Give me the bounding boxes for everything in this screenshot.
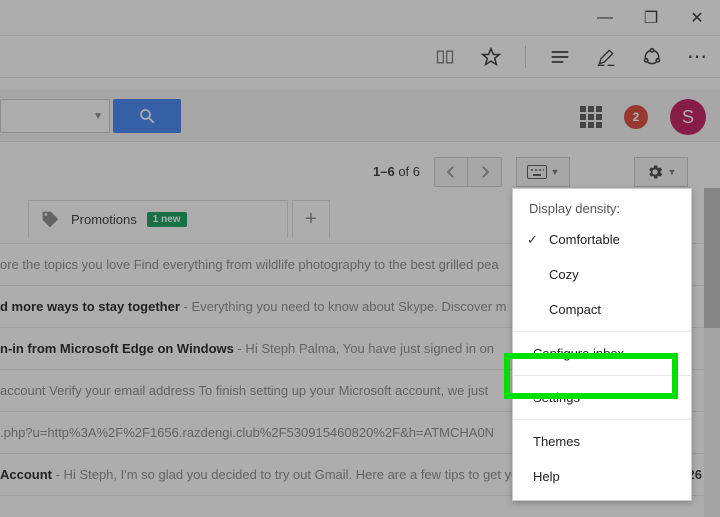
share-icon[interactable] <box>640 45 664 69</box>
menu-density-cozy[interactable]: Cozy <box>513 257 691 292</box>
menu-separator <box>513 331 691 332</box>
menu-item-configure-inbox[interactable]: Configure inbox <box>513 336 691 371</box>
notifications-badge[interactable]: 2 <box>624 105 648 129</box>
menu-item-help[interactable]: Help <box>513 459 691 494</box>
pager-next-button[interactable] <box>468 157 502 187</box>
menu-density-comfortable[interactable]: Comfortable <box>513 222 691 257</box>
menu-item-settings[interactable]: Settings <box>513 380 691 415</box>
caret-down-icon: ▼ <box>93 111 103 122</box>
settings-menu: Display density:ComfortableCozyCompact Co… <box>512 188 692 501</box>
search-button[interactable] <box>113 99 181 133</box>
search-dropdown[interactable]: ▼ <box>0 99 110 133</box>
tab-add-button[interactable]: + <box>292 200 330 238</box>
menu-section-header: Display density: <box>513 195 691 222</box>
pager-prev-button[interactable] <box>434 157 468 187</box>
favorite-star-icon[interactable] <box>479 45 503 69</box>
reading-view-icon[interactable] <box>433 45 457 69</box>
pager-count: 1–6 of 6 <box>373 164 420 179</box>
account-avatar[interactable]: S <box>670 99 706 135</box>
menu-item-themes[interactable]: Themes <box>513 424 691 459</box>
gear-icon <box>646 163 664 181</box>
toolbar-separator <box>525 46 526 68</box>
window-titlebar: — ❐ ✕ <box>0 0 720 36</box>
menu-separator <box>513 419 691 420</box>
google-apps-icon[interactable] <box>580 106 602 128</box>
hub-icon[interactable] <box>548 45 572 69</box>
settings-gear-button[interactable]: ▼ <box>634 157 688 187</box>
more-icon[interactable]: ⋯ <box>686 45 710 69</box>
gmail-toolbar: ▼ 2 S <box>0 90 720 142</box>
scrollbar-thumb[interactable] <box>704 188 720 328</box>
window-close-button[interactable]: ✕ <box>674 0 720 36</box>
menu-density-compact[interactable]: Compact <box>513 292 691 327</box>
web-note-icon[interactable] <box>594 45 618 69</box>
browser-toolbar: ⋯ <box>0 36 720 78</box>
new-count-badge: 1 new <box>147 212 187 227</box>
input-tools-button[interactable]: ▼ <box>516 157 570 187</box>
window-minimize-button[interactable]: — <box>582 0 628 36</box>
tab-promotions-label: Promotions <box>71 212 137 227</box>
window-maximize-button[interactable]: ❐ <box>628 0 674 36</box>
keyboard-icon <box>527 165 547 179</box>
caret-down-icon: ▼ <box>551 167 560 177</box>
tab-promotions[interactable]: Promotions 1 new <box>28 200 288 238</box>
menu-separator <box>513 375 691 376</box>
tag-icon <box>39 209 61 231</box>
caret-down-icon: ▼ <box>668 167 677 177</box>
